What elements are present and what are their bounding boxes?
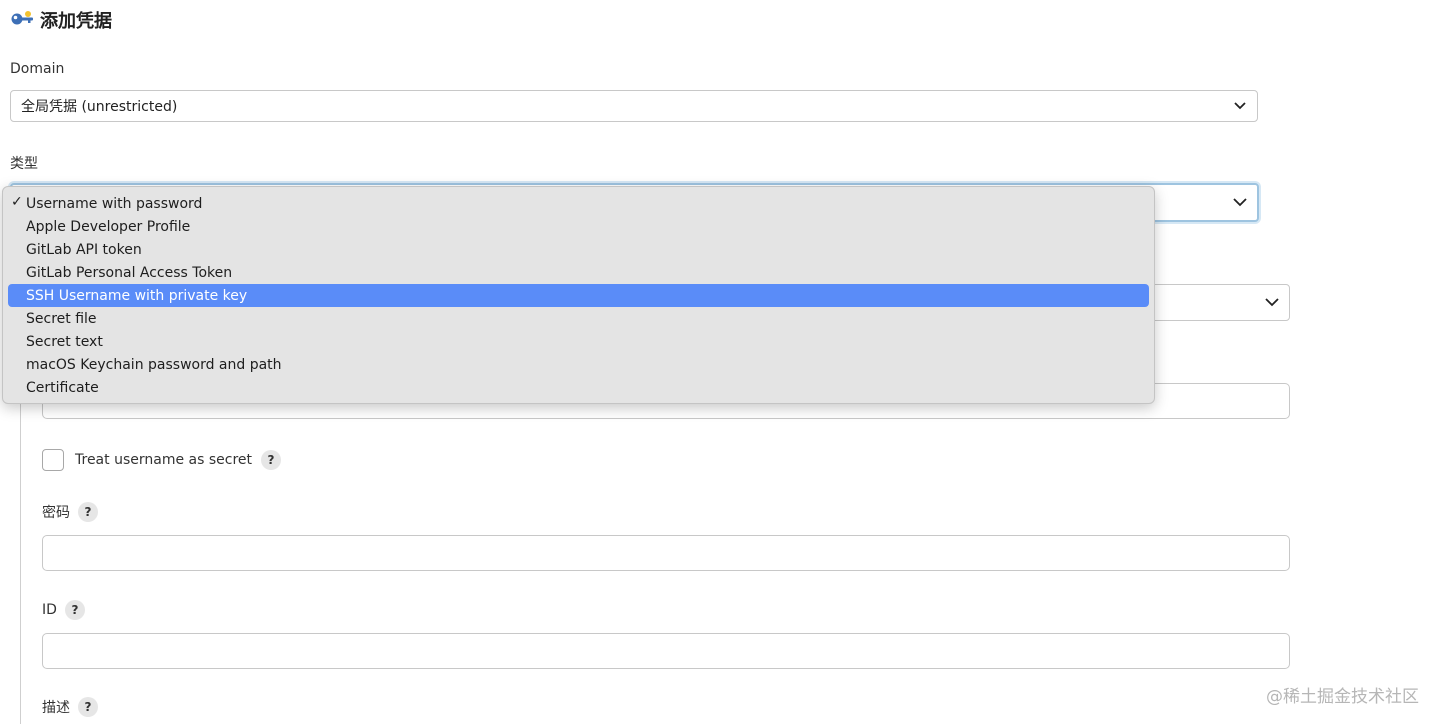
description-label-row: 描述 ?	[42, 697, 98, 717]
id-label-row: ID ?	[42, 600, 85, 620]
help-icon[interactable]: ?	[78, 502, 98, 522]
password-input[interactable]	[42, 535, 1290, 571]
kind-label: 类型	[10, 156, 38, 172]
chevron-down-icon	[1263, 294, 1281, 312]
page-title: 添加凭据	[40, 11, 112, 32]
kind-option[interactable]: Secret text	[8, 330, 1149, 353]
domain-select-value: 全局凭据 (unrestricted)	[21, 99, 178, 115]
page-header: 添加凭据	[10, 6, 112, 34]
kind-option[interactable]: Secret file	[8, 307, 1149, 330]
watermark: @稀土掘金技术社区	[1266, 687, 1419, 707]
kind-option[interactable]: GitLab Personal Access Token	[8, 261, 1149, 284]
kind-option[interactable]: ✓ Username with password	[8, 192, 1149, 215]
id-label: ID	[42, 602, 57, 618]
help-icon[interactable]: ?	[261, 450, 281, 470]
domain-label: Domain	[10, 61, 65, 77]
kind-dropdown-menu: ✓ Username with password Apple Developer…	[2, 186, 1155, 404]
help-icon[interactable]: ?	[78, 697, 98, 717]
kind-option[interactable]: macOS Keychain password and path	[8, 353, 1149, 376]
password-label-row: 密码 ?	[42, 502, 98, 522]
section-divider	[20, 400, 21, 724]
id-input[interactable]	[42, 633, 1290, 669]
treat-username-label: Treat username as secret	[75, 452, 252, 468]
password-label: 密码	[42, 505, 70, 521]
chevron-down-icon	[1231, 97, 1249, 115]
help-icon[interactable]: ?	[64, 600, 85, 620]
description-label: 描述	[42, 700, 70, 716]
kind-option[interactable]: Certificate	[8, 376, 1149, 399]
kind-option-highlighted[interactable]: SSH Username with private key	[8, 284, 1149, 307]
treat-username-row: Treat username as secret ?	[42, 449, 281, 471]
key-icon	[10, 10, 34, 30]
chevron-down-icon	[1231, 194, 1249, 212]
treat-username-checkbox[interactable]	[42, 449, 64, 471]
domain-select[interactable]: 全局凭据 (unrestricted)	[10, 90, 1258, 122]
checkmark-icon: ✓	[11, 194, 23, 210]
kind-option[interactable]: GitLab API token	[8, 238, 1149, 261]
kind-option[interactable]: Apple Developer Profile	[8, 215, 1149, 238]
